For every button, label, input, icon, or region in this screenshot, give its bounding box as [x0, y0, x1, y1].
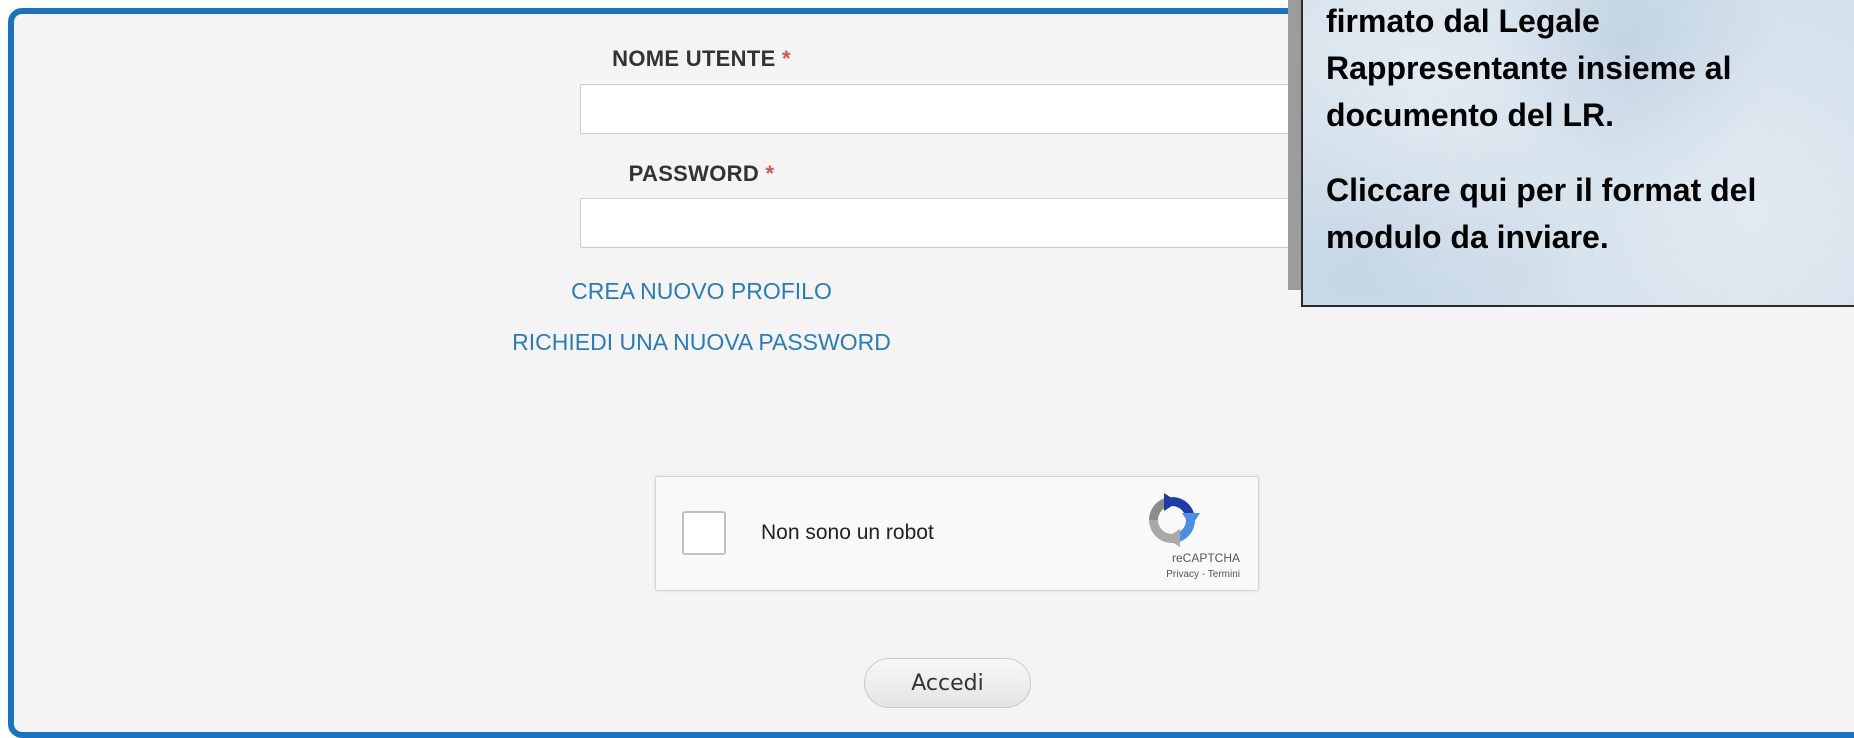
- info-box[interactable]: firmato dal Legale Rappresentante insiem…: [1301, 0, 1854, 307]
- username-input[interactable]: [580, 84, 1328, 134]
- username-label: NOME UTENTE *: [14, 46, 1389, 72]
- recaptcha-link-separator: -: [1199, 569, 1208, 580]
- recaptcha-privacy-link[interactable]: Privacy: [1166, 569, 1199, 580]
- login-button[interactable]: Accedi: [864, 658, 1031, 708]
- info-line-4: Cliccare qui per il format del: [1326, 172, 1757, 208]
- info-line-5: modulo da inviare.: [1326, 219, 1609, 255]
- recaptcha-checkbox[interactable]: [682, 511, 726, 555]
- password-label-text: PASSWORD: [628, 161, 760, 186]
- password-label: PASSWORD *: [14, 161, 1389, 187]
- recaptcha-label: Non sono un robot: [761, 521, 934, 544]
- recaptcha-widget: Non sono un robot reCAPTCHA Privacy - Te…: [655, 476, 1259, 591]
- recaptcha-links: Privacy - Termini: [1166, 569, 1240, 580]
- info-line-1: firmato dal Legale: [1326, 3, 1600, 39]
- reset-password-link[interactable]: RICHIEDI UNA NUOVA PASSWORD: [14, 329, 1389, 356]
- username-required-mark: *: [781, 46, 791, 71]
- recaptcha-terms-link[interactable]: Termini: [1208, 569, 1240, 580]
- recaptcha-logo-icon: [1149, 493, 1200, 547]
- info-line-3: documento del LR.: [1326, 97, 1614, 133]
- info-line-2: Rappresentante insieme al: [1326, 50, 1732, 86]
- username-label-text: NOME UTENTE: [612, 46, 776, 71]
- create-profile-link[interactable]: CREA NUOVO PROFILO: [14, 278, 1389, 305]
- password-input[interactable]: [580, 198, 1328, 248]
- recaptcha-brand: reCAPTCHA: [1171, 551, 1240, 565]
- password-required-mark: *: [765, 161, 775, 186]
